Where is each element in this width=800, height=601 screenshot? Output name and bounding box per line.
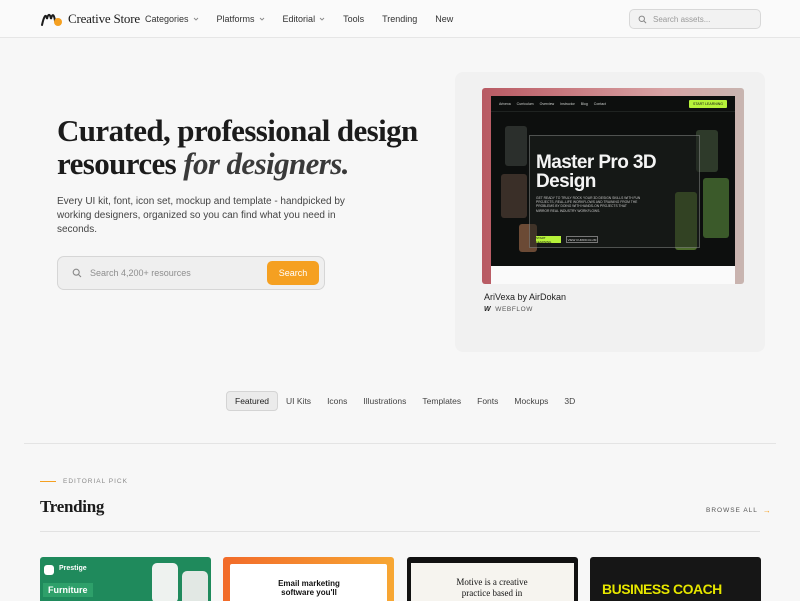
card-headline: Furniture [43, 583, 93, 597]
phone-mockup [152, 563, 178, 601]
category-filters: Featured UI Kits Icons Illustrations Templat… [226, 391, 583, 411]
nav-search-input[interactable]: Search assets... [629, 9, 761, 29]
nav-item-label: Trending [382, 14, 418, 24]
filter-chip-fonts[interactable]: Fonts [469, 391, 506, 411]
arrow-right-icon: → [762, 506, 772, 515]
mockup-tile [501, 174, 527, 218]
hero-subtitle: Every UI kit, font, icon set, mockup and… [57, 196, 345, 235]
phone-mockup [182, 571, 208, 601]
nav-item-label: Platforms [216, 14, 255, 24]
hero-title-line1: Curated, professional design [57, 113, 418, 148]
section-eyebrow: EDITORIAL PICK [63, 478, 128, 485]
filter-chip-mockups[interactable]: Mockups [506, 391, 556, 411]
logo-icon [41, 13, 62, 26]
search-icon [638, 15, 647, 23]
search-icon [72, 268, 82, 278]
card-headline: Email marketing software you'll [278, 579, 340, 597]
feature-platform-label: WEBFLOW [495, 306, 534, 313]
app-icon [44, 565, 54, 575]
top-nav: Creative Store Categories Platforms Editor… [0, 0, 800, 38]
trending-card[interactable]: Motive is a creative practice based in [407, 557, 578, 601]
filter-chip-ui-kits[interactable]: UI Kits [278, 391, 319, 411]
card-label: Prestige [59, 565, 87, 572]
chevron-down-icon [193, 17, 198, 21]
nav-item-trending[interactable]: Trending [382, 14, 417, 24]
mockup-nav-cta: START LEARNING [689, 99, 727, 108]
eyebrow-rule [40, 481, 56, 482]
mockup-tile [703, 178, 729, 238]
hero-search-bar[interactable]: Search 4,200+ resources Search [57, 256, 325, 290]
card-headline: Motive is a creative practice based in [456, 577, 528, 598]
mockup-tile [505, 126, 527, 166]
browse-all-link[interactable]: BROWSE ALL → [706, 506, 772, 515]
feature-site-mockup: Arivexa Curriculum Overview Instructor Blog C… [491, 96, 735, 284]
section-divider [40, 531, 760, 532]
filter-chip-3d[interactable]: 3D [556, 391, 583, 411]
mockup-nav-link: Overview [539, 101, 555, 106]
filter-chip-templates[interactable]: Templates [414, 391, 469, 411]
section-title: Trending [40, 497, 105, 516]
mockup-body: Get ready to truly rock your 3D design s… [536, 196, 641, 213]
chevron-down-icon [319, 17, 325, 21]
trending-card[interactable]: Email marketing software you'll [223, 557, 394, 601]
mockup-primary-button: START LEARNING [536, 236, 561, 244]
nav-item-new[interactable]: New [435, 14, 453, 24]
webflow-icon: W [484, 306, 492, 313]
filter-chip-illustrations[interactable]: Illustrations [355, 391, 414, 411]
filter-chip-icons[interactable]: Icons [319, 391, 355, 411]
nav-item-label: Editorial [282, 14, 316, 24]
feature-platform: W WEBFLOW [484, 306, 533, 313]
mockup-secondary-button: VIEW CURRICULUM [566, 236, 598, 243]
mockup-nav-link: Contact [593, 101, 606, 106]
hero-title-italic: for designers. [183, 146, 349, 181]
nav-search-placeholder: Search assets... [653, 14, 711, 24]
nav-item-platforms[interactable]: Platforms [217, 14, 265, 24]
brand-name: Creative Store [68, 11, 140, 26]
browse-all-label: BROWSE ALL [706, 507, 758, 514]
hero-title-line2: resources [57, 146, 184, 181]
hero-title: Curated, professional design resources f… [57, 114, 437, 180]
feature-preview[interactable]: Arivexa Curriculum Overview Instructor Blog C… [482, 88, 744, 284]
trending-card[interactable]: BUSINESS COACH [590, 557, 761, 601]
nav-item-categories[interactable]: Categories [145, 14, 199, 24]
mockup-nav-link: Arivexa [499, 101, 511, 106]
nav-item-label: Tools [343, 14, 365, 24]
nav-item-label: New [435, 14, 454, 24]
hero-search-button[interactable]: Search [267, 261, 319, 285]
hero-search-input[interactable]: Search 4,200+ resources [90, 268, 267, 278]
nav-item-label: Categories [145, 14, 189, 24]
main-menu: Categories Platforms Editorial Tools Trendin… [145, 0, 471, 38]
mockup-nav-link: Instructor [560, 101, 575, 106]
nav-item-tools[interactable]: Tools [343, 14, 364, 24]
filter-chip-featured[interactable]: Featured [226, 391, 279, 411]
section-divider [24, 443, 776, 444]
mockup-headline: Master Pro 3D Design [536, 152, 657, 192]
card-headline: BUSINESS COACH [602, 581, 722, 597]
mockup-footer [491, 266, 735, 284]
mockup-nav-link: Blog [580, 101, 588, 106]
chevron-down-icon [259, 17, 264, 21]
mockup-nav: Arivexa Curriculum Overview Instructor Blog C… [491, 96, 735, 112]
trending-card[interactable]: Prestige Furniture [40, 557, 211, 601]
brand-logo[interactable]: Creative Store [40, 10, 140, 28]
nav-item-editorial[interactable]: Editorial [283, 14, 326, 24]
feature-title[interactable]: AriVexa by AirDokan [484, 292, 566, 302]
mockup-nav-link: Curriculum [516, 101, 534, 106]
